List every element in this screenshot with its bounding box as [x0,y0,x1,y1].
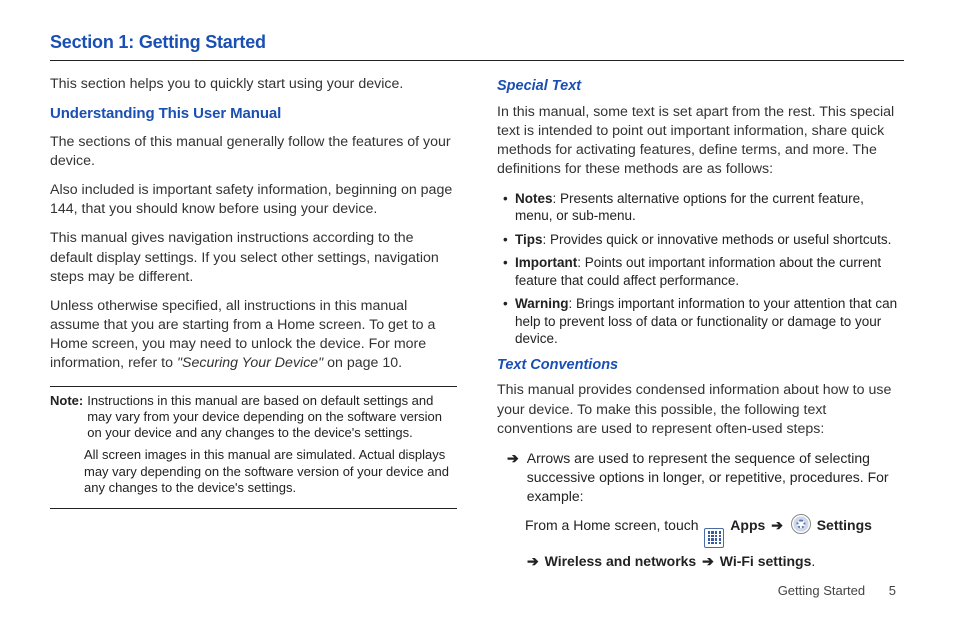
settings-label: Settings [817,517,872,533]
arrow-bullet: ➔ Arrows are used to represent the seque… [507,449,904,506]
cross-reference: "Securing Your Device" [177,355,327,371]
arrow-icon: ➔ [527,553,539,569]
understanding-manual-heading: Understanding This User Manual [50,104,457,124]
example-prefix: From a Home screen, touch [525,517,702,533]
term-label: Warning [515,296,569,311]
note-text: Instructions in this manual are based on… [85,393,457,442]
note-block: Note: Instructions in this manual are ba… [50,386,457,510]
paragraph: Unless otherwise specified, all instruct… [50,297,457,374]
arrow-icon: ➔ [507,449,519,506]
path-segment: Wireless and networks [545,553,697,569]
text-conventions-heading: Text Conventions [497,356,904,376]
note-label: Note: [50,393,83,442]
section-title: Section 1: Getting Started [50,30,904,61]
paragraph: Also included is important safety inform… [50,181,457,219]
left-column: This section helps you to quickly start … [50,75,457,574]
apps-icon [704,528,724,548]
term-label: Important [515,255,577,270]
list-item: Warning: Brings important information to… [503,295,904,348]
list-item: Notes: Presents alternative options for … [503,190,904,225]
term-label: Notes [515,191,553,206]
paragraph: In this manual, some text is set apart f… [497,103,904,180]
arrow-icon: ➔ [702,553,714,569]
footer-label: Getting Started [778,583,865,598]
example-sequence: From a Home screen, touch Apps ➔ Setting… [525,512,904,575]
list-item: Tips: Provides quick or innovative metho… [503,231,904,249]
term-text: : Brings important information to your a… [515,296,897,346]
paragraph-text: on page 10. [327,355,402,371]
note-text: All screen images in this manual are sim… [82,447,457,496]
definition-list: Notes: Presents alternative options for … [497,190,904,348]
apps-label: Apps [730,517,765,533]
path-segment: Wi-Fi settings [720,553,812,569]
page-footer: Getting Started 5 [50,582,904,600]
term-text: : Presents alternative options for the c… [515,191,864,224]
settings-icon [791,514,811,534]
period: . [811,553,815,569]
page-number: 5 [889,582,896,600]
term-text: : Provides quick or innovative methods o… [543,232,892,247]
arrow-text: Arrows are used to represent the sequenc… [527,449,904,506]
special-text-heading: Special Text [497,77,904,97]
paragraph: The sections of this manual generally fo… [50,133,457,171]
right-column: Special Text In this manual, some text i… [497,75,904,574]
paragraph: This manual provides condensed informati… [497,381,904,439]
term-label: Tips [515,232,543,247]
two-column-layout: This section helps you to quickly start … [50,75,904,574]
arrow-icon: ➔ [771,517,783,533]
list-item: Important: Points out important informat… [503,254,904,289]
intro-paragraph: This section helps you to quickly start … [50,75,457,94]
paragraph: This manual gives navigation instruction… [50,229,457,287]
